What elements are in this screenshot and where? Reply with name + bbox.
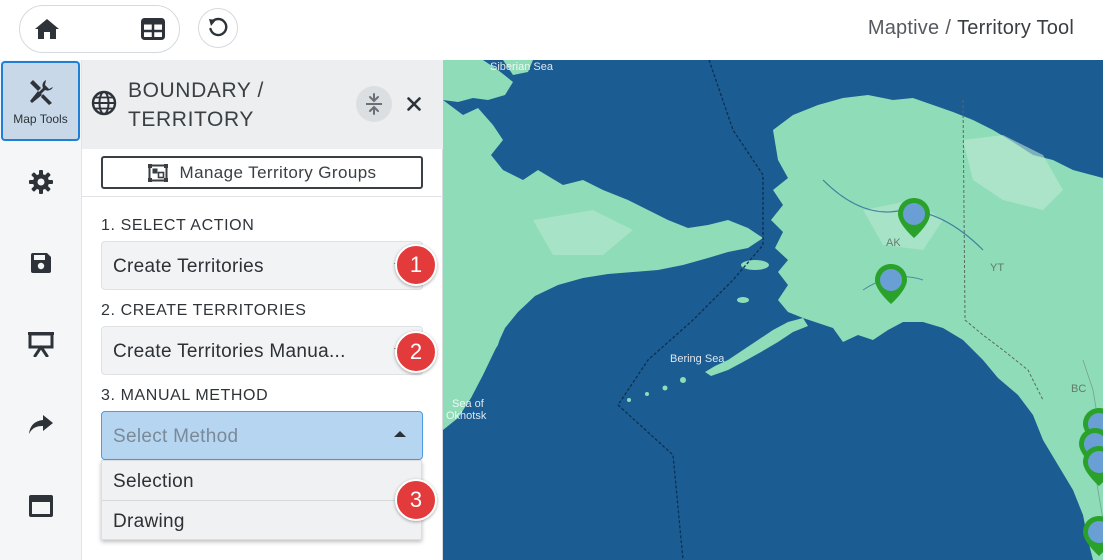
close-button[interactable] (402, 90, 426, 118)
create-territories-value: Create Territories Manua... (113, 341, 346, 362)
select-action-dropdown[interactable]: Create Territories (101, 241, 423, 290)
rail-item-label: Map Tools (13, 111, 68, 126)
table-view-button[interactable] (126, 6, 179, 52)
map-label-bering-sea: Bering Sea (670, 353, 725, 365)
option-label: Drawing (113, 511, 185, 532)
window-icon (29, 495, 53, 517)
step-badge-1: 1 (395, 244, 437, 286)
option-label: Selection (113, 471, 194, 492)
boundary-territory-panel: BOUNDARY / TERRITORY Manage Territory Gr… (82, 60, 443, 560)
app-root: Maptive / Territory Tool Map Tools BOUND… (0, 0, 1103, 560)
breadcrumb: Maptive / Territory Tool (868, 17, 1074, 40)
close-icon (407, 97, 421, 111)
view-switch (19, 5, 180, 53)
rail-item-settings[interactable] (0, 142, 82, 222)
map-label-yt: YT (990, 262, 1005, 274)
create-territories-label: 2. CREATE TERRITORIES (101, 302, 307, 319)
select-action-label: 1. SELECT ACTION (101, 217, 255, 234)
collapse-icon (366, 93, 382, 115)
rail-item-map-tools[interactable]: Map Tools (1, 61, 80, 141)
left-rail: Map Tools (0, 60, 82, 560)
table-icon (141, 18, 165, 40)
map-label-ak: AK (886, 237, 901, 249)
map-label-okhotsk: Okhotsk (446, 410, 487, 422)
option-selection[interactable]: Selection (102, 461, 421, 501)
manual-method-label: 3. MANUAL METHOD (101, 387, 269, 404)
step-badge-2: 2 (395, 331, 437, 373)
globe-icon (91, 90, 117, 116)
map-label-sea-of: Sea of (452, 398, 484, 410)
manual-method-options: Selection Drawing (101, 460, 422, 540)
rail-item-presentation[interactable] (0, 304, 82, 384)
select-action-value: Create Territories (113, 256, 264, 277)
top-bar: Maptive / Territory Tool (0, 0, 1103, 60)
share-icon (29, 415, 53, 434)
undo-icon (209, 17, 228, 37)
manage-territory-groups-button[interactable]: Manage Territory Groups (101, 156, 423, 189)
chevron-up-icon (394, 431, 406, 437)
territory-groups-icon (147, 163, 168, 182)
rail-item-save[interactable] (0, 223, 82, 303)
manual-method-dropdown[interactable]: Select Method (101, 411, 423, 460)
map-label-siberian-sea: Siberian Sea (490, 61, 553, 73)
panel-title: BOUNDARY / TERRITORY (128, 79, 264, 131)
breadcrumb-parent[interactable]: Maptive (868, 17, 939, 39)
manage-button-label: Manage Territory Groups (179, 162, 377, 182)
undo-button[interactable] (198, 8, 238, 48)
presentation-icon (28, 332, 54, 357)
gear-icon (29, 170, 53, 194)
collapse-button[interactable] (356, 86, 392, 122)
map-label-bc: BC (1071, 383, 1087, 395)
map-tools-icon (29, 79, 53, 105)
panel-divider (82, 196, 443, 197)
breadcrumb-separator: / (945, 17, 952, 39)
save-icon (31, 253, 51, 273)
manual-method-placeholder: Select Method (113, 426, 239, 447)
panel-header: BOUNDARY / TERRITORY (82, 60, 443, 149)
rail-item-share[interactable] (0, 385, 82, 465)
map-graphic (443, 60, 1103, 560)
create-territories-dropdown[interactable]: Create Territories Manua... (101, 326, 423, 375)
home-icon (35, 19, 59, 39)
rail-item-window[interactable] (0, 466, 82, 546)
home-button[interactable] (20, 6, 74, 52)
breadcrumb-current: Territory Tool (957, 17, 1074, 39)
step-badge-3: 3 (395, 479, 437, 521)
map-canvas[interactable]: Siberian Sea Bering Sea Sea of Okhotsk A… (443, 60, 1103, 560)
option-drawing[interactable]: Drawing (102, 501, 421, 541)
